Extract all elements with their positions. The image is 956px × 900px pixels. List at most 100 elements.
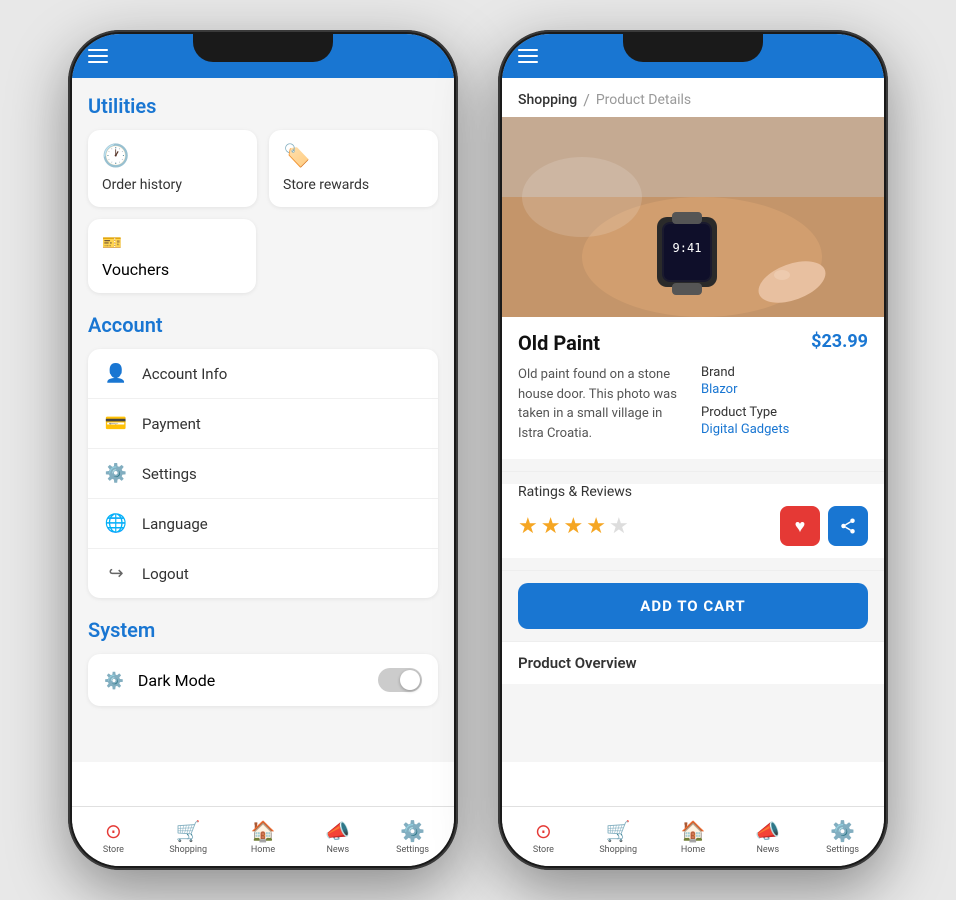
settings-icon-left: ⚙️ xyxy=(400,819,425,843)
divider-2 xyxy=(502,570,884,571)
store-icon-left: ⊙ xyxy=(105,819,122,843)
product-price: $23.99 xyxy=(811,331,868,352)
left-nav-settings[interactable]: ⚙️ Settings xyxy=(375,819,450,855)
product-header: Old Paint $23.99 xyxy=(518,331,868,355)
breadcrumb-product-details: Product Details xyxy=(596,92,691,108)
shopping-icon-right: 🛒 xyxy=(606,819,631,843)
product-name: Old Paint xyxy=(518,331,600,355)
payment-icon: 💳 xyxy=(104,413,128,434)
product-meta: Brand Blazor Product Type Digital Gadget… xyxy=(701,365,868,445)
settings-item[interactable]: ⚙️ Settings xyxy=(88,449,438,499)
news-icon-left: 📣 xyxy=(325,819,350,843)
star-3: ★ xyxy=(563,514,583,539)
store-rewards-card[interactable]: 🏷️ Store rewards xyxy=(269,130,438,207)
breadcrumb-separator: / xyxy=(583,90,590,109)
notch-left xyxy=(193,34,333,62)
right-bottom-nav: ⊙ Store 🛒 Shopping 🏠 Home 📣 News ⚙️ Sett… xyxy=(502,806,884,866)
right-screen-content: Shopping / Product Details xyxy=(502,78,884,762)
star-2: ★ xyxy=(541,514,561,539)
account-title: Account xyxy=(88,313,438,337)
dark-mode-toggle[interactable] xyxy=(378,668,422,692)
logout-item[interactable]: ↪ Logout xyxy=(88,549,438,598)
left-nav-news[interactable]: 📣 News xyxy=(300,819,375,855)
home-icon-left: 🏠 xyxy=(251,819,276,843)
order-history-label: Order history xyxy=(102,177,243,193)
language-icon: 🌐 xyxy=(104,513,128,534)
right-nav-store[interactable]: ⊙ Store xyxy=(506,819,581,855)
logout-label: Logout xyxy=(142,565,189,583)
ratings-section: Ratings & Reviews ★ ★ ★ ★ ★ ♥ xyxy=(502,484,884,558)
stars: ★ ★ ★ ★ ★ xyxy=(518,514,629,539)
share-button[interactable] xyxy=(828,506,868,546)
brand-value: Blazor xyxy=(701,382,868,397)
heart-button[interactable]: ♥ xyxy=(780,506,820,546)
store-label-right: Store xyxy=(533,845,554,855)
store-rewards-icon: 🏷️ xyxy=(283,144,424,169)
action-buttons: ♥ xyxy=(780,506,868,546)
right-phone-inner: Shopping / Product Details xyxy=(502,34,884,866)
brand-label: Brand xyxy=(701,365,868,380)
right-nav-home[interactable]: 🏠 Home xyxy=(656,819,731,855)
shopping-label-left: Shopping xyxy=(169,845,207,855)
product-image: 9:41 xyxy=(502,117,884,317)
divider-1 xyxy=(502,471,884,472)
breadcrumb: Shopping / Product Details xyxy=(502,78,884,117)
star-5: ★ xyxy=(609,514,629,539)
hamburger-icon-left[interactable] xyxy=(88,49,108,63)
left-bottom-nav: ⊙ Store 🛒 Shopping 🏠 Home 📣 News ⚙️ Sett… xyxy=(72,806,454,866)
left-screen-content: Utilities 🕐 Order history 🏷️ Store rewar… xyxy=(72,78,454,762)
dark-mode-item[interactable]: ⚙️ Dark Mode xyxy=(88,654,438,706)
dark-mode-icon: ⚙️ xyxy=(104,671,124,690)
ratings-row: ★ ★ ★ ★ ★ ♥ xyxy=(518,506,868,546)
utilities-grid: 🕐 Order history 🏷️ Store rewards xyxy=(88,130,438,207)
right-nav-settings[interactable]: ⚙️ Settings xyxy=(805,819,880,855)
store-rewards-label: Store rewards xyxy=(283,177,424,193)
left-nav-shopping[interactable]: 🛒 Shopping xyxy=(151,819,226,855)
notch-right xyxy=(623,34,763,62)
add-to-cart-button[interactable]: ADD TO CART xyxy=(518,583,868,629)
left-nav-home[interactable]: 🏠 Home xyxy=(226,819,301,855)
account-info-label: Account Info xyxy=(142,365,227,383)
settings-label: Settings xyxy=(142,465,197,483)
settings-icon-right: ⚙️ xyxy=(830,819,855,843)
type-value: Digital Gadgets xyxy=(701,422,868,437)
hamburger-icon-right[interactable] xyxy=(518,49,538,63)
shopping-label-right: Shopping xyxy=(599,845,637,855)
right-nav-shopping[interactable]: 🛒 Shopping xyxy=(581,819,656,855)
account-info-icon: 👤 xyxy=(104,363,128,384)
home-label-left: Home xyxy=(251,845,275,855)
left-nav-store[interactable]: ⊙ Store xyxy=(76,819,151,855)
utilities-title: Utilities xyxy=(88,94,438,118)
ratings-label: Ratings & Reviews xyxy=(518,484,868,500)
settings-icon: ⚙️ xyxy=(104,463,128,484)
language-item[interactable]: 🌐 Language xyxy=(88,499,438,549)
vouchers-label: Vouchers xyxy=(102,260,242,279)
logout-icon: ↪ xyxy=(104,563,128,584)
watch-visual: 9:41 xyxy=(502,117,884,317)
type-label: Product Type xyxy=(701,405,868,420)
order-history-card[interactable]: 🕐 Order history xyxy=(88,130,257,207)
payment-item[interactable]: 💳 Payment xyxy=(88,399,438,449)
store-icon-right: ⊙ xyxy=(535,819,552,843)
vouchers-card[interactable]: 🎫 Vouchers xyxy=(88,219,256,293)
left-phone: Utilities 🕐 Order history 🏷️ Store rewar… xyxy=(68,30,458,870)
vouchers-icon: 🎫 xyxy=(102,233,242,252)
store-label-left: Store xyxy=(103,845,124,855)
news-label-right: News xyxy=(756,845,779,855)
system-title: System xyxy=(88,618,438,642)
payment-label: Payment xyxy=(142,415,201,433)
left-phone-inner: Utilities 🕐 Order history 🏷️ Store rewar… xyxy=(72,34,454,866)
right-nav-news[interactable]: 📣 News xyxy=(730,819,805,855)
svg-text:9:41: 9:41 xyxy=(673,241,702,255)
product-info: Old Paint $23.99 Old paint found on a st… xyxy=(502,317,884,459)
account-info-item[interactable]: 👤 Account Info xyxy=(88,349,438,399)
home-icon-right: 🏠 xyxy=(681,819,706,843)
product-description: Old paint found on a stone house door. T… xyxy=(518,365,685,445)
left-content-area: Utilities 🕐 Order history 🏷️ Store rewar… xyxy=(72,78,454,722)
settings-label-right: Settings xyxy=(826,845,859,855)
language-label: Language xyxy=(142,515,208,533)
breadcrumb-shopping[interactable]: Shopping xyxy=(518,92,577,108)
order-history-icon: 🕐 xyxy=(102,144,243,169)
news-label-left: News xyxy=(326,845,349,855)
shopping-icon-left: 🛒 xyxy=(176,819,201,843)
